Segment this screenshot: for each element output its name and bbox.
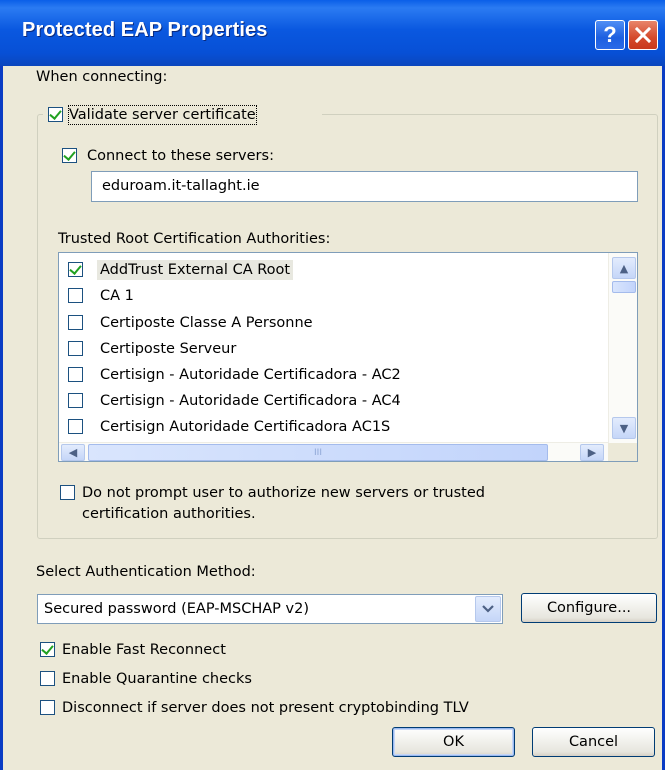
grip-icon: III <box>314 447 322 458</box>
ca-name: Certisign - Autoridade Certificadora - A… <box>100 367 401 383</box>
protected-eap-properties-dialog: Protected EAP Properties ? When connecti… <box>0 0 665 770</box>
scroll-right-button[interactable]: ▶ <box>580 444 604 461</box>
trusted-root-ca-list[interactable]: AddTrust External CA Root CA 1 Certipost… <box>58 252 638 462</box>
ca-checkbox[interactable] <box>68 262 83 277</box>
server-names-value: eduroam.it-tallaght.ie <box>102 178 260 194</box>
cancel-label: Cancel <box>568 734 619 750</box>
dropdown-button[interactable] <box>475 596 501 622</box>
ok-label: OK <box>443 734 464 750</box>
do-not-prompt-label-line2: certification authorities. <box>82 506 256 522</box>
ca-name: Certiposte Serveur <box>100 341 237 357</box>
window-title: Protected EAP Properties <box>22 19 268 41</box>
ca-name: AddTrust External CA Root <box>97 260 294 280</box>
horizontal-scrollbar[interactable]: ◀ III ▶ <box>59 442 608 461</box>
quarantine-checks-checkbox[interactable] <box>40 671 55 686</box>
cryptobinding-checkbox[interactable] <box>40 700 55 715</box>
cancel-button[interactable]: Cancel <box>532 727 655 757</box>
auth-method-selected: Secured password (EAP-MSCHAP v2) <box>44 601 309 617</box>
ok-button[interactable]: OK <box>392 727 515 757</box>
scroll-left-button[interactable]: ◀ <box>61 444 85 461</box>
list-item[interactable]: AddTrust External CA Root <box>59 257 607 283</box>
chevron-up-icon: ▲ <box>619 261 629 275</box>
connect-to-servers-checkbox[interactable] <box>62 148 77 163</box>
do-not-prompt-label-line1: Do not prompt user to authorize new serv… <box>82 485 485 501</box>
chevron-down-icon <box>482 605 494 613</box>
title-bar[interactable]: Protected EAP Properties ? <box>0 0 665 66</box>
chevron-right-icon: ▶ <box>587 446 597 459</box>
list-item[interactable]: CA 1 <box>59 283 607 309</box>
ca-checkbox[interactable] <box>68 367 83 382</box>
ca-name: CA 1 <box>100 288 134 304</box>
validate-server-certificate-option[interactable]: Validate server certificate <box>43 103 322 127</box>
list-item[interactable]: Certisign - Autoridade Certificadora - A… <box>59 362 607 388</box>
do-not-prompt-checkbox[interactable] <box>60 485 75 500</box>
list-item[interactable]: Certisign - Autoridade Certificadora - A… <box>59 388 607 414</box>
ca-checkbox[interactable] <box>68 315 83 330</box>
configure-button[interactable]: Configure... <box>521 593 657 623</box>
configure-label: Configure... <box>546 600 632 616</box>
help-button[interactable]: ? <box>595 20 625 50</box>
scroll-down-button[interactable]: ▼ <box>612 417 636 439</box>
scrollbar-corner <box>608 443 637 461</box>
list-item[interactable]: Certiposte Classe A Personne <box>59 310 607 336</box>
vertical-scrollbar[interactable]: ▲ ▼ <box>608 253 637 443</box>
ca-checkbox[interactable] <box>68 393 83 408</box>
cryptobinding-label: Disconnect if server does not present cr… <box>62 700 469 716</box>
scroll-up-button[interactable]: ▲ <box>612 257 636 279</box>
ca-checkbox[interactable] <box>68 288 83 303</box>
auth-method-select[interactable]: Secured password (EAP-MSCHAP v2) <box>37 594 503 624</box>
list-item[interactable]: Certiposte Serveur <box>59 336 607 362</box>
help-icon: ? <box>603 22 617 47</box>
fast-reconnect-checkbox[interactable] <box>40 642 55 657</box>
list-item[interactable]: Certisign Autoridade Certificadora AC1S <box>59 414 607 440</box>
ca-name: Certisign - Autoridade Certificadora - A… <box>100 393 401 409</box>
validate-server-certificate-checkbox[interactable] <box>48 107 63 122</box>
chevron-down-icon: ▼ <box>619 421 629 435</box>
close-icon <box>635 27 651 43</box>
ca-checkbox[interactable] <box>68 419 83 434</box>
quarantine-checks-label: Enable Quarantine checks <box>62 671 252 687</box>
trusted-root-ca-label: Trusted Root Certification Authorities: <box>58 231 331 247</box>
validate-server-certificate-label: Validate server certificate <box>68 105 257 125</box>
horizontal-scroll-thumb[interactable]: III <box>88 444 548 461</box>
auth-method-label: Select Authentication Method: <box>36 564 256 580</box>
ca-name: Certisign Autoridade Certificadora AC1S <box>100 419 391 435</box>
ca-checkbox[interactable] <box>68 341 83 356</box>
ca-name: Certiposte Classe A Personne <box>100 315 313 331</box>
vertical-scroll-thumb[interactable] <box>612 281 636 293</box>
fast-reconnect-label: Enable Fast Reconnect <box>62 642 226 658</box>
server-names-input[interactable]: eduroam.it-tallaght.ie <box>91 171 638 202</box>
chevron-left-icon: ◀ <box>68 446 78 459</box>
when-connecting-label: When connecting: <box>36 69 168 85</box>
close-button[interactable] <box>628 20 658 50</box>
connect-to-servers-label: Connect to these servers: <box>87 148 274 164</box>
